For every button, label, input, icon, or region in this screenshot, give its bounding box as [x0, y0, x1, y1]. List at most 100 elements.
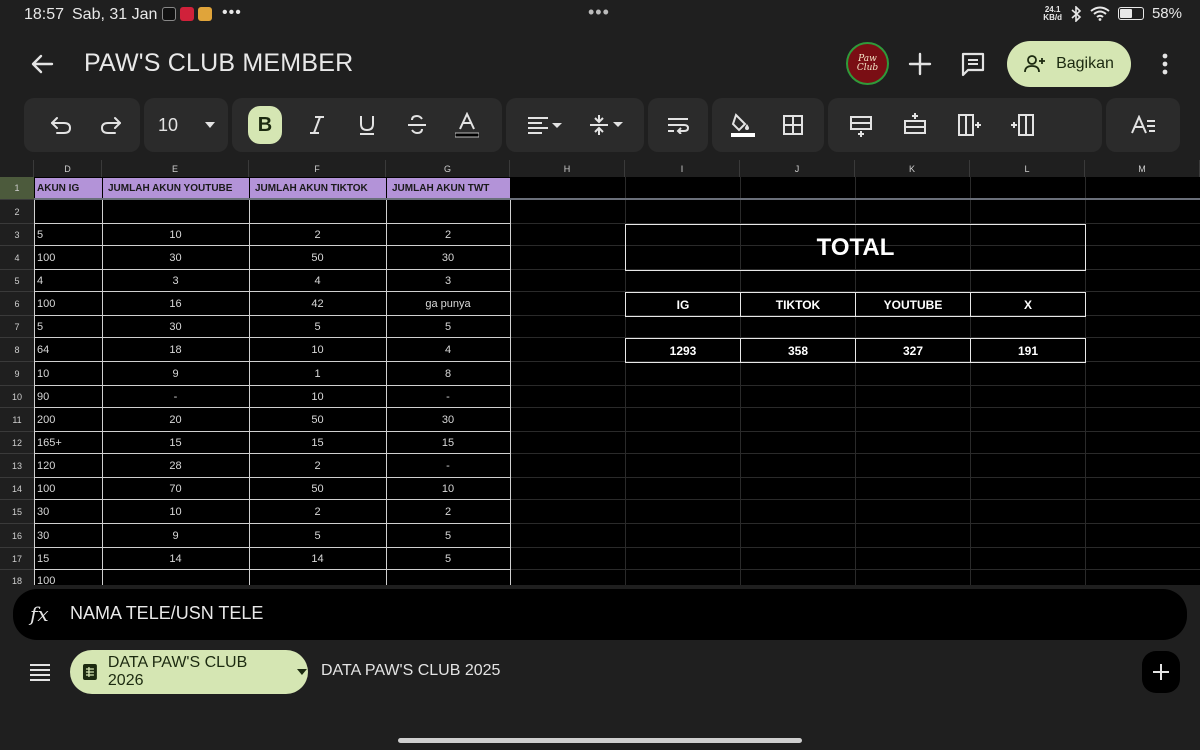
column-header-i[interactable]: I — [625, 160, 740, 177]
text-color-button[interactable] — [442, 98, 492, 152]
cell-f9[interactable]: 1 — [249, 362, 386, 386]
row-header-12[interactable]: 12 — [0, 432, 34, 454]
insert-column-right-button[interactable] — [996, 98, 1050, 152]
comment-icon[interactable] — [959, 50, 987, 78]
cell-g8[interactable]: 4 — [386, 338, 510, 362]
sheet-tab-2025[interactable]: DATA PAW'S CLUB 2025 — [321, 662, 500, 680]
column-title-e[interactable]: JUMLAH AKUN YOUTUBE — [102, 177, 250, 200]
underline-button[interactable] — [342, 98, 392, 152]
cell-e17[interactable]: 14 — [102, 548, 249, 570]
column-title-g[interactable]: JUMLAH AKUN TWT — [386, 177, 511, 200]
cell-e14[interactable]: 70 — [102, 478, 249, 500]
cell-e2[interactable] — [102, 200, 249, 224]
total-title-box[interactable]: TOTAL — [625, 224, 1086, 271]
cell-e15[interactable]: 10 — [102, 500, 249, 524]
cell-d2[interactable] — [34, 200, 102, 224]
cell-g7[interactable]: 5 — [386, 316, 510, 338]
cell-g3[interactable]: 2 — [386, 224, 510, 246]
total-label-cell[interactable]: IG — [625, 292, 741, 317]
redo-button[interactable] — [86, 98, 136, 152]
cell-d9[interactable]: 10 — [34, 362, 102, 386]
column-header-e[interactable]: E — [102, 160, 249, 177]
cell-f7[interactable]: 5 — [249, 316, 386, 338]
cell-e3[interactable]: 10 — [102, 224, 249, 246]
row-header-6[interactable]: 6 — [0, 292, 34, 316]
total-label-cell[interactable]: YOUTUBE — [855, 292, 971, 317]
cell-d6[interactable]: 100 — [34, 292, 102, 316]
text-format-button[interactable] — [1118, 98, 1168, 152]
cell-d4[interactable]: 100 — [34, 246, 102, 270]
row-header-11[interactable]: 11 — [0, 408, 34, 432]
formula-content[interactable]: NAMA TELE/USN TELE — [70, 603, 263, 624]
row-header-17[interactable]: 17 — [0, 548, 34, 570]
cell-d18[interactable]: 100 — [34, 570, 102, 585]
column-header-m[interactable]: M — [1085, 160, 1200, 177]
cell-g10[interactable]: - — [386, 386, 510, 408]
row-header-16[interactable]: 16 — [0, 524, 34, 548]
total-value-cell[interactable]: 191 — [970, 338, 1086, 363]
cell-f10[interactable]: 10 — [249, 386, 386, 408]
cell-f5[interactable]: 4 — [249, 270, 386, 292]
cell-e11[interactable]: 20 — [102, 408, 249, 432]
cell-d11[interactable]: 200 — [34, 408, 102, 432]
add-sheet-button[interactable] — [1142, 651, 1180, 693]
column-header-g[interactable]: G — [386, 160, 510, 177]
cell-d3[interactable]: 5 — [34, 224, 102, 246]
cell-g6[interactable]: ga punya — [386, 292, 510, 316]
share-button[interactable]: Bagikan — [1007, 41, 1131, 87]
cell-f11[interactable]: 50 — [249, 408, 386, 432]
row-header-3[interactable]: 3 — [0, 224, 34, 246]
formula-bar[interactable]: fx NAMA TELE/USN TELE — [13, 589, 1187, 640]
back-arrow-icon[interactable] — [26, 48, 58, 80]
text-wrap-button[interactable] — [653, 98, 703, 152]
cell-g18[interactable] — [386, 570, 510, 585]
cell-g16[interactable]: 5 — [386, 524, 510, 548]
cell-f16[interactable]: 5 — [249, 524, 386, 548]
cell-d12[interactable]: 165+ — [34, 432, 102, 454]
row-header-2[interactable]: 2 — [0, 200, 34, 224]
column-title-d[interactable]: AKUN IG — [34, 177, 103, 200]
cell-d16[interactable]: 30 — [34, 524, 102, 548]
cell-e13[interactable]: 28 — [102, 454, 249, 478]
cell-f6[interactable]: 42 — [249, 292, 386, 316]
cell-g17[interactable]: 5 — [386, 548, 510, 570]
row-header-10[interactable]: 10 — [0, 386, 34, 408]
cell-e8[interactable]: 18 — [102, 338, 249, 362]
row-header-8[interactable]: 8 — [0, 338, 34, 362]
cell-e18[interactable] — [102, 570, 249, 585]
font-size-selector[interactable]: 10 — [144, 98, 228, 152]
cell-g2[interactable] — [386, 200, 510, 224]
cell-f18[interactable] — [249, 570, 386, 585]
cell-f15[interactable]: 2 — [249, 500, 386, 524]
account-avatar[interactable]: Paw Club — [846, 42, 889, 85]
more-vert-icon[interactable] — [1152, 50, 1178, 78]
strikethrough-button[interactable] — [392, 98, 442, 152]
cell-d15[interactable]: 30 — [34, 500, 102, 524]
column-title-f[interactable]: JUMLAH AKUN TIKTOK — [249, 177, 387, 200]
horizontal-align-button[interactable] — [514, 98, 576, 152]
row-header-4[interactable]: 4 — [0, 246, 34, 270]
cell-f4[interactable]: 50 — [249, 246, 386, 270]
bold-button[interactable]: B — [240, 98, 290, 152]
fill-color-button[interactable] — [718, 98, 768, 152]
column-header-l[interactable]: L — [970, 160, 1085, 177]
cell-f17[interactable]: 14 — [249, 548, 386, 570]
row-header-1[interactable]: 1 — [0, 177, 34, 200]
cell-e12[interactable]: 15 — [102, 432, 249, 454]
column-header-f[interactable]: F — [249, 160, 386, 177]
column-header-j[interactable]: J — [740, 160, 855, 177]
column-header-k[interactable]: K — [855, 160, 970, 177]
cell-g5[interactable]: 3 — [386, 270, 510, 292]
cell-d8[interactable]: 64 — [34, 338, 102, 362]
total-label-cell[interactable]: X — [970, 292, 1086, 317]
multitask-handle-icon[interactable]: ••• — [588, 2, 610, 23]
cell-d5[interactable]: 4 — [34, 270, 102, 292]
home-indicator[interactable] — [398, 738, 802, 743]
cell-f8[interactable]: 10 — [249, 338, 386, 362]
total-value-cell[interactable]: 1293 — [625, 338, 741, 363]
cell-g11[interactable]: 30 — [386, 408, 510, 432]
undo-button[interactable] — [36, 98, 86, 152]
cell-e4[interactable]: 30 — [102, 246, 249, 270]
cell-e6[interactable]: 16 — [102, 292, 249, 316]
cell-f13[interactable]: 2 — [249, 454, 386, 478]
